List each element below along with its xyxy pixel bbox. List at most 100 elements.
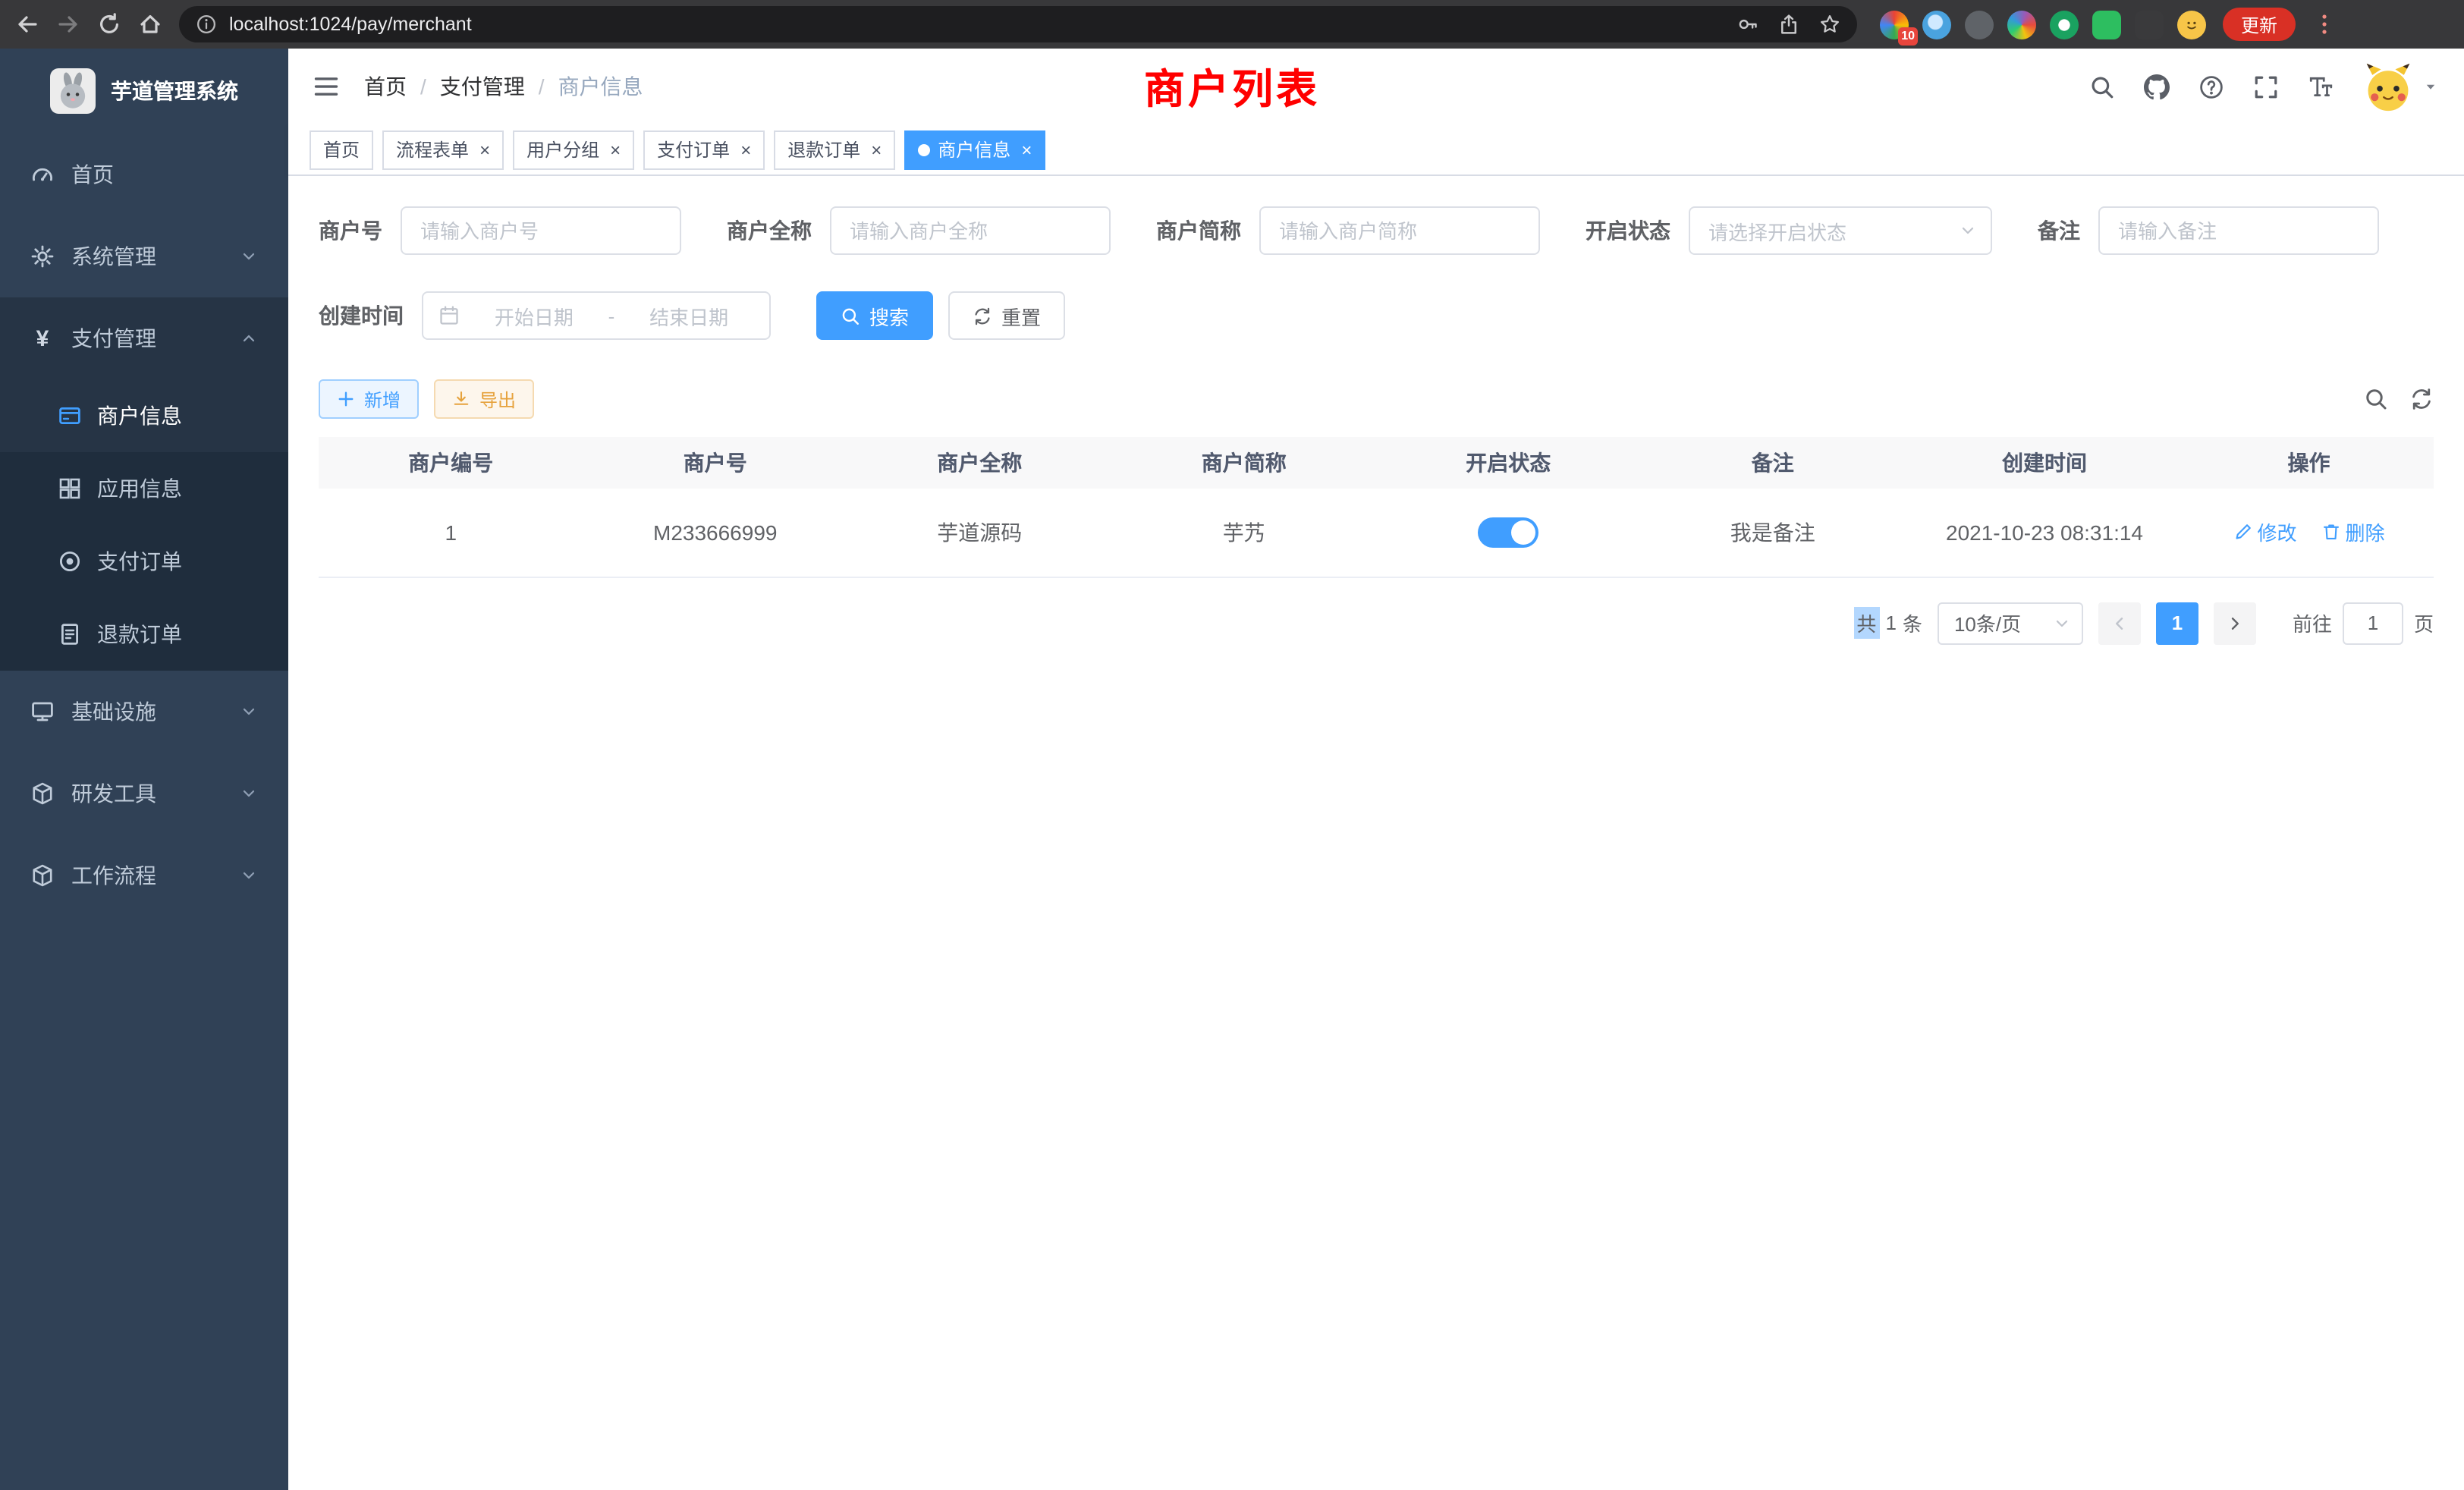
create-time-range-picker[interactable]: 开始日期 - 结束日期 [422,291,771,340]
column-header-name: 商户全称 [847,437,1112,489]
merchant-no-input[interactable] [401,206,681,255]
extension-icon-8[interactable] [2177,10,2206,39]
add-button[interactable]: 新增 [319,379,419,419]
browser-reload-icon[interactable] [97,12,121,36]
browser-update-button[interactable]: 更新 [2223,8,2296,41]
breadcrumb-item[interactable]: 首页 [364,71,407,102]
page-size-select[interactable]: 10条/页 [1938,602,2083,644]
close-icon[interactable]: × [740,140,751,159]
breadcrumb-separator: / [539,74,545,99]
tags-view: 首页 流程表单 × 用户分组 × 支付订单 × 退款订单 × [288,124,2464,176]
caret-down-icon [2422,77,2440,96]
hamburger-icon[interactable] [313,73,340,100]
column-header-create-time: 创建时间 [1905,437,2184,489]
browser-home-icon[interactable] [138,12,162,36]
sidebar-item-label: 应用信息 [97,473,182,504]
sidebar-item-dev-tools[interactable]: 研发工具 [0,753,288,835]
sidebar-item-app-info[interactable]: 应用信息 [0,452,288,525]
goto-page-input[interactable] [2343,602,2403,644]
extension-icon-4[interactable] [2007,10,2036,39]
merchant-table: 商户编号 商户号 商户全称 商户简称 开启状态 备注 创建时间 操作 1 [319,437,2434,577]
cell-status [1376,489,1641,577]
table-header-row: 商户编号 商户号 商户全称 商户简称 开启状态 备注 创建时间 操作 [319,437,2434,489]
browser-toolbar: localhost:1024/pay/merchant 10 更新 [0,0,2464,49]
tab-refund-order[interactable]: 退款订单 × [774,130,895,169]
cell-short-name: 芋艿 [1112,489,1377,577]
toggle-search-icon[interactable] [2364,387,2388,411]
sidebar-item-refund-order[interactable]: 退款订单 [0,598,288,671]
sidebar-item-system[interactable]: 系统管理 [0,215,288,297]
calendar-icon [438,305,460,326]
site-info-icon[interactable] [196,14,217,35]
extension-icon-2[interactable] [1922,10,1951,39]
avatar-image [2362,61,2414,112]
app-logo[interactable]: 芋道管理系统 [0,49,288,134]
page-content: 商户号 商户全称 商户简称 开启状态 请选择开启状态 [288,176,2464,1490]
tab-pay-order[interactable]: 支付订单 × [643,130,765,169]
sidebar-item-home[interactable]: 首页 [0,134,288,215]
extension-badge: 10 [1898,27,1918,45]
remark-input[interactable] [2098,206,2379,255]
delete-link[interactable]: 删除 [2321,518,2385,547]
search-icon[interactable] [2089,74,2115,99]
edit-link[interactable]: 修改 [2233,518,2296,547]
create-time-label: 创建时间 [319,300,404,331]
app-grid-icon [58,476,82,501]
font-size-icon[interactable] [2308,74,2334,99]
tab-label: 流程表单 [396,137,469,162]
password-key-icon[interactable] [1737,14,1758,35]
sidebar-item-payment[interactable]: ¥ 支付管理 [0,297,288,379]
column-header-merchant-no: 商户号 [583,437,848,489]
toolbox-icon [30,781,55,806]
close-icon[interactable]: × [1021,140,1032,159]
close-icon[interactable]: × [479,140,490,159]
chevron-down-icon [2053,614,2071,632]
extension-icon-7[interactable] [2135,10,2164,39]
user-avatar[interactable] [2362,61,2440,112]
tab-merchant-info[interactable]: 商户信息 × [904,130,1045,169]
close-icon[interactable]: × [610,140,621,159]
prev-page-button[interactable] [2098,602,2141,644]
close-icon[interactable]: × [871,140,882,159]
tab-process-form[interactable]: 流程表单 × [382,130,504,169]
export-button-label: 导出 [479,386,516,412]
merchant-short-label: 商户简称 [1156,215,1241,246]
column-header-id: 商户编号 [319,437,583,489]
merchant-name-input[interactable] [830,206,1111,255]
sidebar-item-pay-order[interactable]: 支付订单 [0,525,288,598]
browser-back-icon[interactable] [15,12,39,36]
bookmark-star-icon[interactable] [1819,14,1840,35]
dashboard-icon [30,162,55,187]
extension-icon-1[interactable]: 10 [1880,10,1909,39]
github-icon[interactable] [2144,74,2170,99]
share-icon[interactable] [1778,14,1799,35]
address-bar[interactable]: localhost:1024/pay/merchant [179,6,1857,42]
tab-label: 支付订单 [657,137,730,162]
sidebar-item-infrastructure[interactable]: 基础设施 [0,671,288,753]
breadcrumb-item[interactable]: 支付管理 [440,71,525,102]
browser-menu-icon[interactable] [2312,12,2337,36]
page-button-1[interactable]: 1 [2156,602,2198,644]
help-icon[interactable] [2198,74,2224,99]
refresh-table-icon[interactable] [2409,387,2434,411]
sidebar-item-merchant-info[interactable]: 商户信息 [0,379,288,452]
tab-user-group[interactable]: 用户分组 × [513,130,634,169]
fullscreen-icon[interactable] [2253,74,2279,99]
sidebar-item-label: 基础设施 [71,696,156,727]
next-page-button[interactable] [2214,602,2256,644]
total-count: 1 [1885,611,1896,634]
extension-icon-3[interactable] [1965,10,1994,39]
search-button[interactable]: 搜索 [816,291,933,340]
extension-icon-6[interactable] [2092,10,2121,39]
sidebar-item-workflow[interactable]: 工作流程 [0,835,288,916]
extension-icon-5[interactable] [2050,10,2079,39]
browser-forward-icon[interactable] [56,12,80,36]
tab-home[interactable]: 首页 [310,130,373,169]
sidebar-item-label: 退款订单 [97,619,182,649]
merchant-short-input[interactable] [1259,206,1540,255]
date-end-placeholder: 结束日期 [624,301,754,330]
status-toggle[interactable] [1478,517,1538,548]
export-button[interactable]: 导出 [434,379,534,419]
status-select[interactable]: 请选择开启状态 [1689,206,1992,255]
reset-button[interactable]: 重置 [948,291,1065,340]
